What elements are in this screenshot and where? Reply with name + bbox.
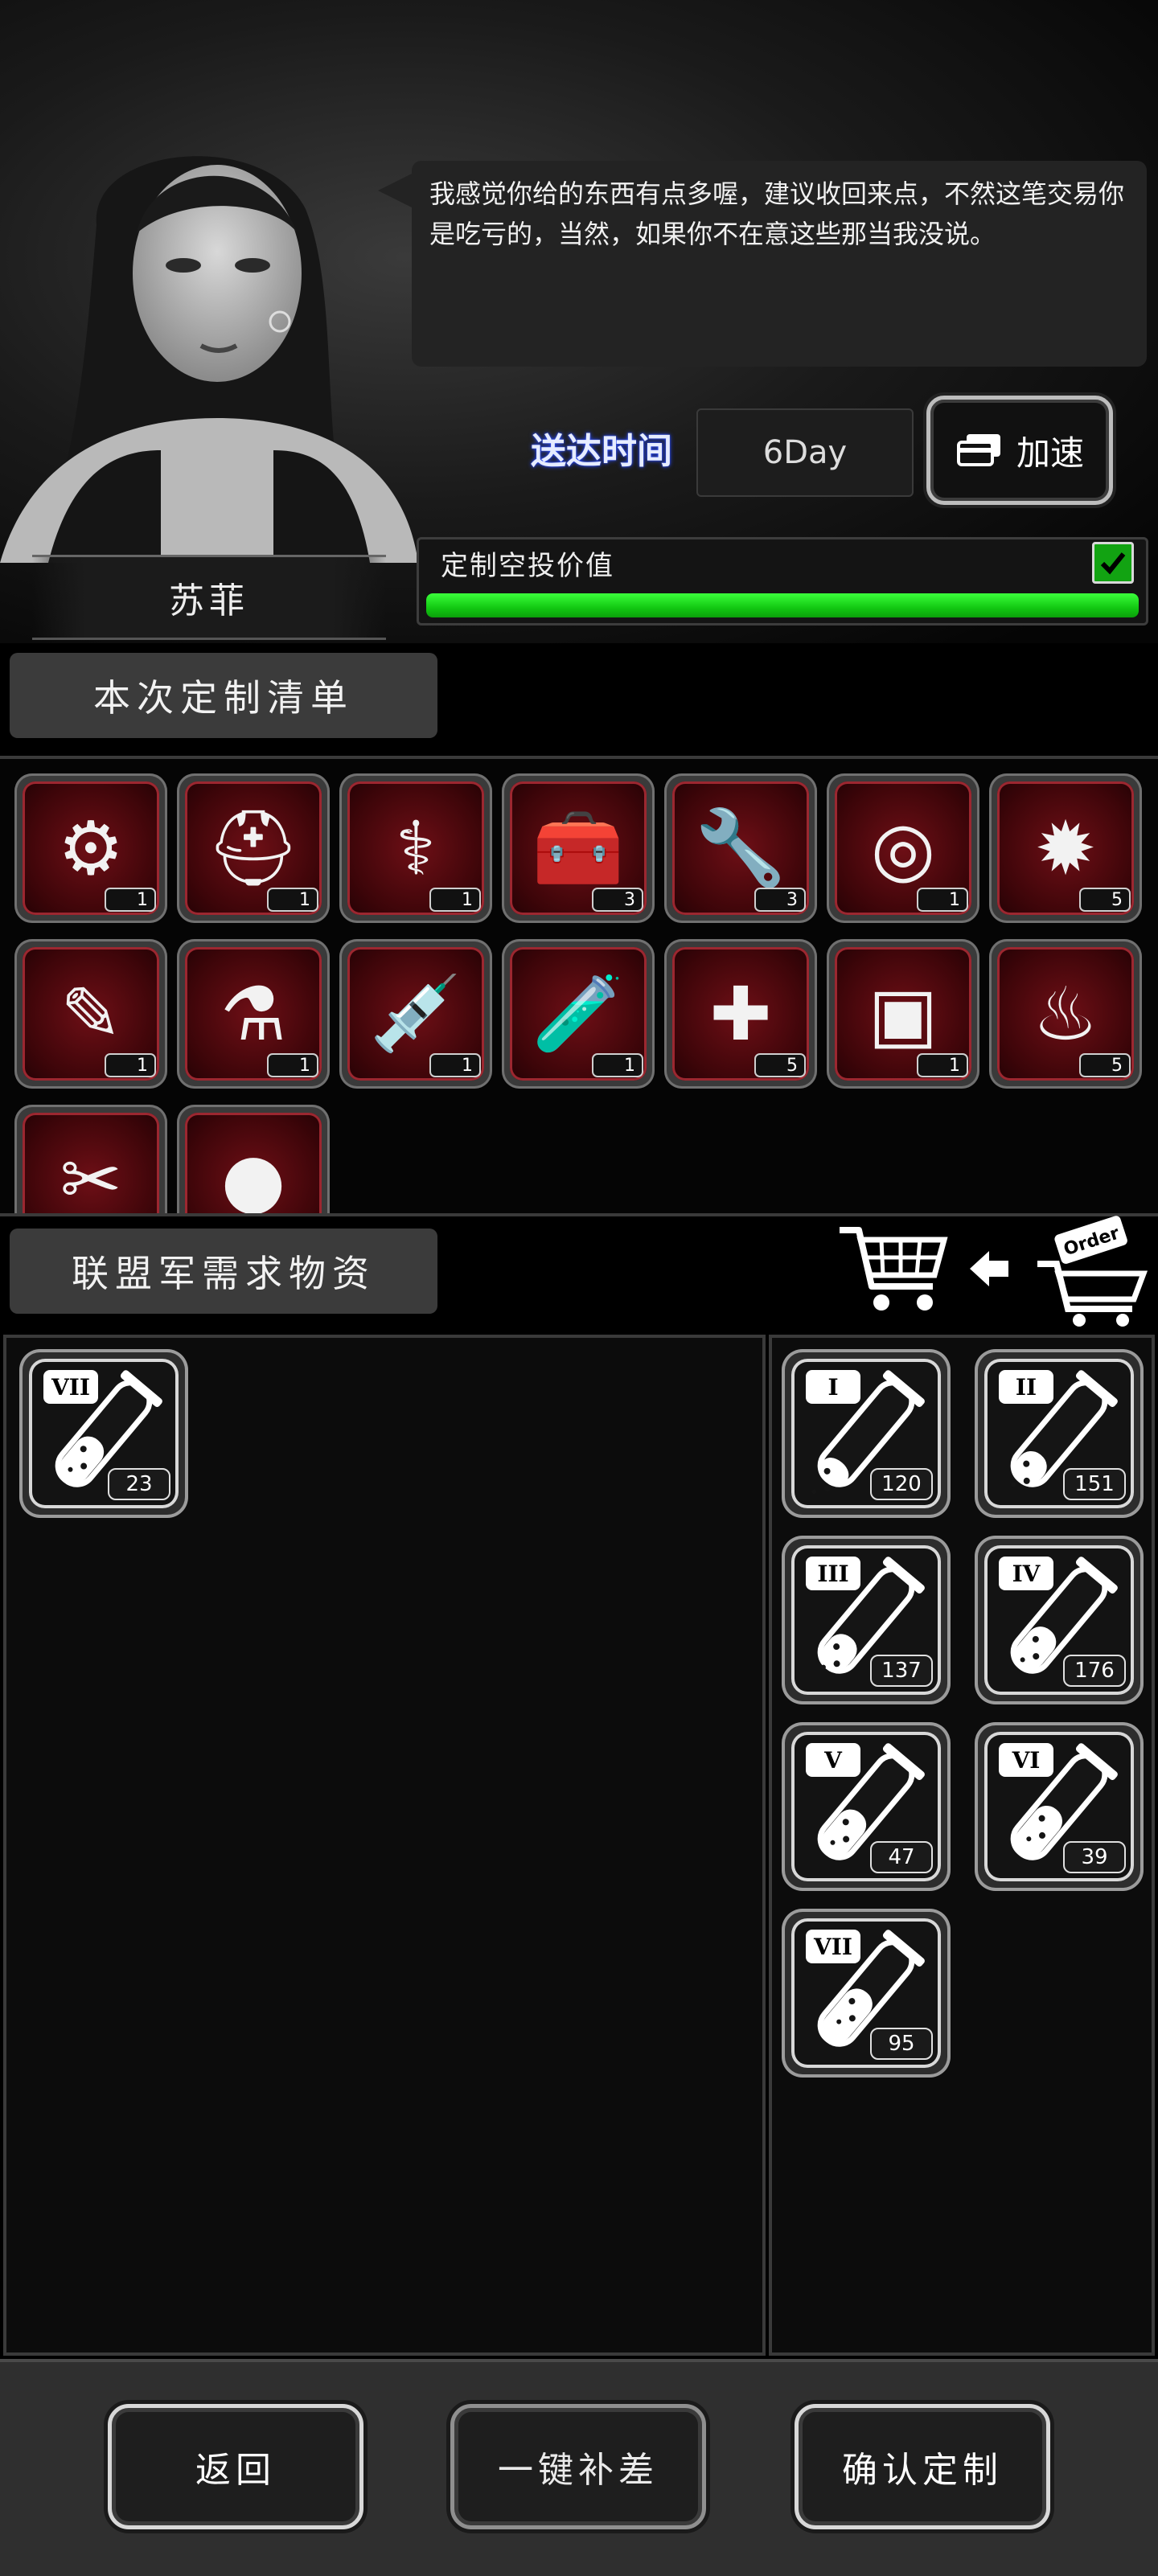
vial-quantity: 39 [1063, 1841, 1126, 1873]
order-item-slot[interactable]: 🔧 3 [664, 773, 817, 923]
vial-slot[interactable]: VI 39 [975, 1722, 1144, 1891]
order-item-slot[interactable]: 🧪 1 [502, 939, 655, 1089]
item-quantity: 1 [267, 1053, 318, 1077]
airdrop-value-check-icon [1092, 542, 1134, 584]
item-quantity: 1 [105, 1053, 156, 1077]
back-button[interactable]: 返回 [108, 2404, 363, 2529]
order-item-slot[interactable]: ♨ 5 [989, 939, 1142, 1089]
item-quantity: 1 [105, 888, 156, 912]
speech-bubble-tail [378, 173, 413, 208]
npc-name: 苏菲 [169, 580, 249, 621]
vial-slot[interactable]: IV 176 [975, 1536, 1144, 1704]
speed-up-button[interactable]: 加速 [926, 396, 1113, 505]
vial-slot[interactable]: VII 23 [19, 1349, 188, 1518]
auto-fill-button[interactable]: 一键补差 [450, 2404, 706, 2529]
npc-portrait [0, 156, 418, 563]
order-item-slot[interactable]: ▣ 1 [827, 939, 979, 1089]
order-item-slot[interactable]: 💉 1 [339, 939, 492, 1089]
vial-tier-label: VII [806, 1930, 860, 1963]
order-item-slot[interactable]: ● [177, 1105, 330, 1216]
vial-tier-label: VII [43, 1370, 98, 1404]
order-list-title-text: 本次定制清单 [93, 676, 354, 720]
item-quantity: 3 [754, 888, 806, 912]
vial-tier-label: V [806, 1743, 860, 1777]
stock-panel[interactable]: I 120 II 151 III 137 IV 176 V 47 VI 39 VII 95 [769, 1335, 1155, 2356]
auto-fill-button-label: 一键补差 [498, 2450, 659, 2491]
order-item-slot[interactable]: ✂ [14, 1105, 167, 1216]
order-cart-icon[interactable]: Order [1029, 1214, 1150, 1327]
confirm-order-button-label: 确认定制 [842, 2450, 1003, 2491]
pliers-icon: ✂ [60, 1136, 122, 1216]
capsule-icon: ● [220, 1136, 286, 1216]
airdrop-value-progress-fill [426, 593, 1139, 617]
delivery-time-label: 送达时间 [531, 431, 672, 472]
vial-tier-label: II [999, 1370, 1053, 1404]
order-item-slot[interactable]: ✚ 5 [664, 939, 817, 1089]
item-quantity: 3 [592, 888, 643, 912]
order-list-grid[interactable]: ⚙ 1 ⛑ 1 ⚕ 1 🧰 3 🔧 3 ◎ 1 ✹ 5 ✎ 1 ⚗ 1 💉 1 🧪 1 ✚ 5 ▣ 1 ♨ 5 ✂ ● [0, 756, 1158, 1216]
vial-slot[interactable]: V 47 [782, 1722, 951, 1891]
speed-up-label: 加速 [1016, 433, 1084, 473]
delivery-time-value: 6Day [696, 408, 914, 497]
vial-tier-label: I [806, 1370, 860, 1404]
order-list-title: 本次定制清单 [10, 653, 437, 738]
vial-quantity: 176 [1063, 1655, 1126, 1687]
airdrop-value-progress [426, 593, 1139, 617]
arrow-left-icon [970, 1251, 1008, 1286]
shopping-cart-icon[interactable] [836, 1222, 949, 1319]
card-icon [956, 434, 1000, 466]
vial-slot[interactable]: III 137 [782, 1536, 951, 1704]
airdrop-value-label: 定制空投价值 [441, 550, 614, 582]
item-quantity: 1 [429, 1053, 481, 1077]
back-button-label: 返回 [195, 2450, 276, 2491]
item-quantity: 5 [1079, 1053, 1131, 1077]
item-quantity: 1 [267, 888, 318, 912]
vial-quantity: 120 [870, 1468, 933, 1500]
order-item-slot[interactable]: ✹ 5 [989, 773, 1142, 923]
npc-dialogue-text: 我感觉你给的东西有点多喔，建议收回来点，不然这笔交易你是吃亏的，当然，如果你不在… [429, 178, 1125, 249]
vial-slot[interactable]: I 120 [782, 1349, 951, 1518]
vial-quantity: 23 [108, 1468, 170, 1500]
vial-slot[interactable]: VII 95 [782, 1909, 951, 2078]
order-item-slot[interactable]: ◎ 1 [827, 773, 979, 923]
item-quantity: 5 [1079, 888, 1131, 912]
order-item-slot[interactable]: ✎ 1 [14, 939, 167, 1089]
item-quantity: 1 [592, 1053, 643, 1077]
item-quantity: 1 [917, 1053, 968, 1077]
order-item-slot[interactable]: ⚙ 1 [14, 773, 167, 923]
item-quantity: 1 [917, 888, 968, 912]
vial-tier-label: VI [999, 1743, 1053, 1777]
vial-quantity: 95 [870, 2028, 933, 2060]
item-quantity: 1 [429, 888, 481, 912]
vial-quantity: 151 [1063, 1468, 1126, 1500]
demand-title: 联盟军需求物资 [10, 1229, 437, 1314]
vial-quantity: 137 [870, 1655, 933, 1687]
demand-panel[interactable]: VII 23 [3, 1335, 766, 2356]
npc-dialogue-bubble: 我感觉你给的东西有点多喔，建议收回来点，不然这笔交易你是吃亏的，当然，如果你不在… [412, 161, 1147, 367]
vial-quantity: 47 [870, 1841, 933, 1873]
order-item-slot[interactable]: ⚕ 1 [339, 773, 492, 923]
vial-tier-label: IV [999, 1557, 1053, 1590]
vial-slot[interactable]: II 151 [975, 1349, 1144, 1518]
order-item-slot[interactable]: ⚗ 1 [177, 939, 330, 1089]
item-quantity: 5 [754, 1053, 806, 1077]
order-item-slot[interactable]: ⛑ 1 [177, 773, 330, 923]
npc-name-plate: 苏菲 [32, 555, 386, 640]
demand-title-text: 联盟军需求物资 [72, 1252, 376, 1295]
order-item-slot[interactable]: 🧰 3 [502, 773, 655, 923]
confirm-order-button[interactable]: 确认定制 [795, 2404, 1050, 2529]
vial-tier-label: III [806, 1557, 860, 1590]
